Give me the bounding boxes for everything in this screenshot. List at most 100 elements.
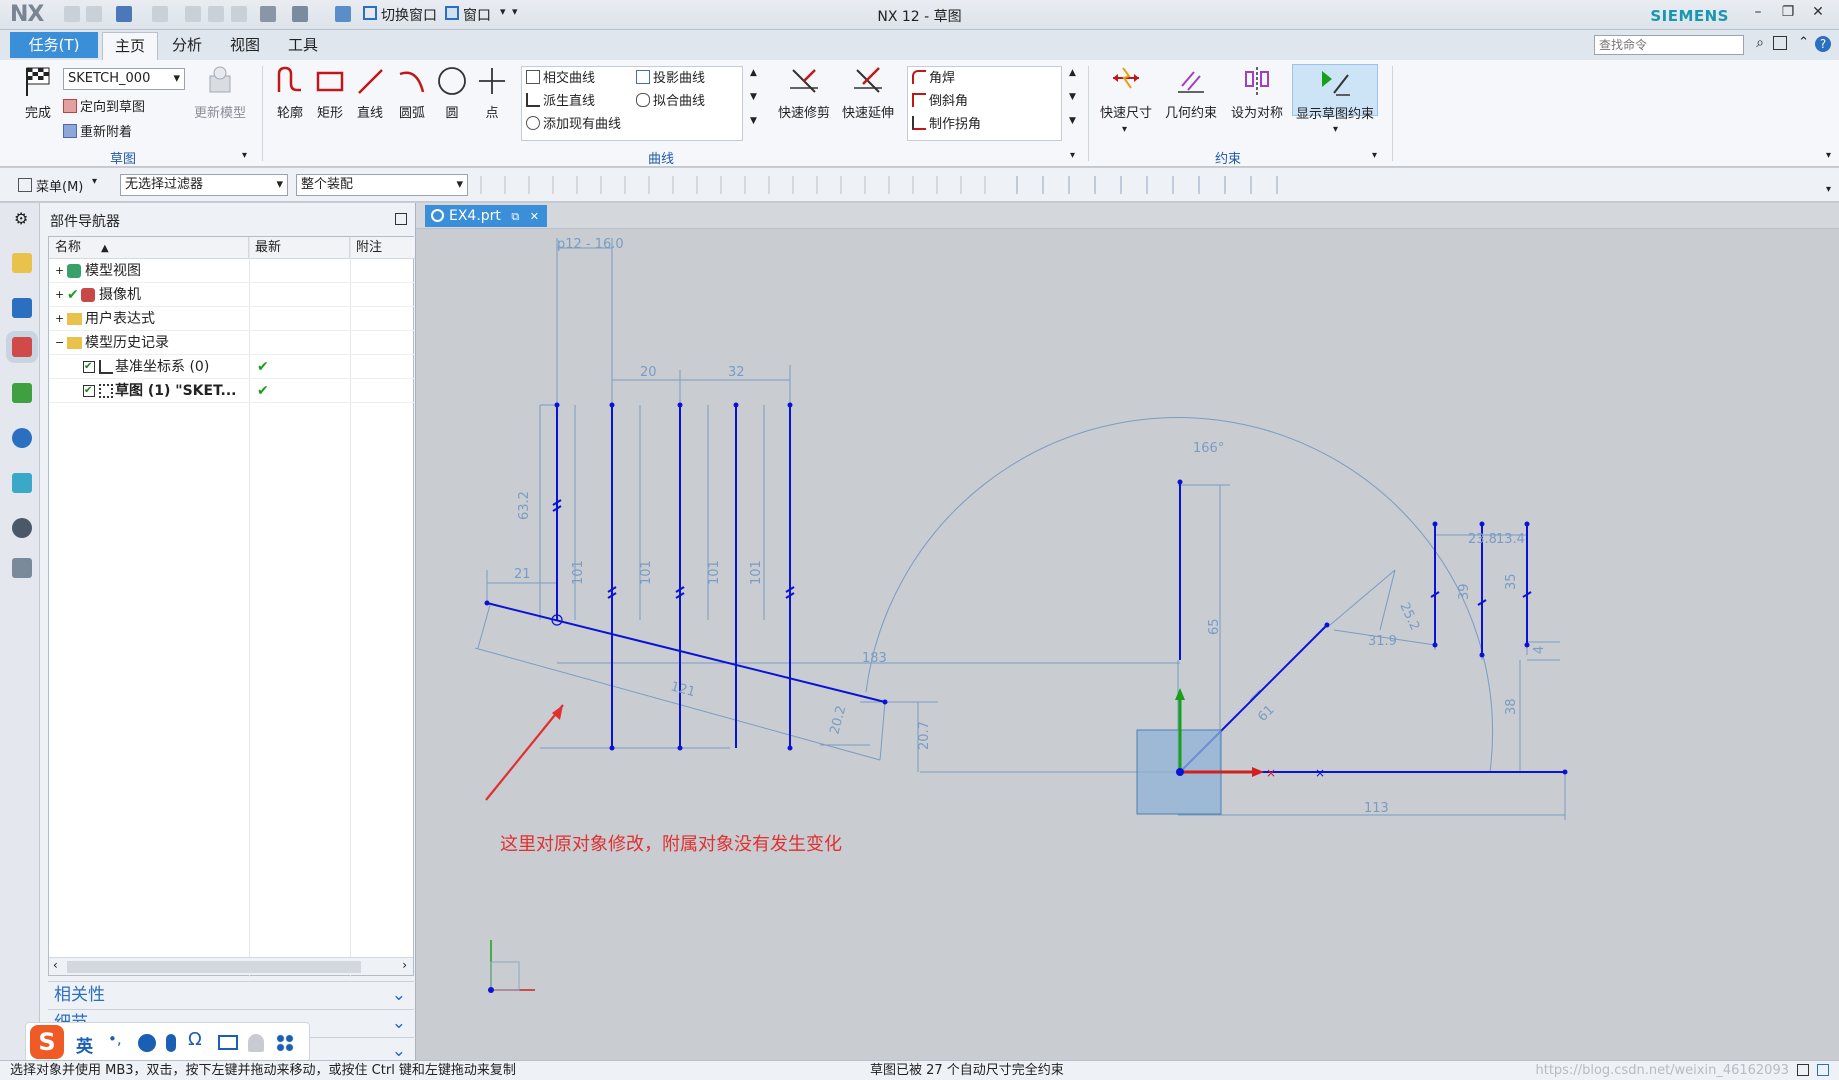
geometric-constraints-button[interactable]: 几何约束 [1160,64,1222,121]
history-icon[interactable] [12,518,32,538]
gear-icon[interactable]: ⚙ [14,209,28,228]
tab-analysis[interactable]: 分析 [160,32,214,60]
keyboard-icon[interactable] [218,1035,238,1050]
restore-button[interactable]: ❐ [1777,4,1799,24]
dimension-label[interactable]: 63.2 [517,491,532,520]
corner-gallery-up-icon[interactable]: ▲ [1069,68,1076,78]
expand-icon[interactable]: + [55,283,64,307]
scroll-thumb[interactable] [67,961,361,973]
make-symmetric-button[interactable]: 设为对称 [1226,64,1288,121]
curve-group-more-icon[interactable]: ▾ [1070,150,1075,161]
scroll-left-icon[interactable]: ‹ [53,958,58,972]
minimize-button[interactable]: – [1747,4,1769,24]
show-sketch-constraints-button[interactable]: 显示草图约束 [1292,64,1378,122]
toolbar-options-icon[interactable]: ▾ [1826,184,1831,195]
dimension-label[interactable]: 35 [1504,573,1519,590]
tree-row-user-expressions[interactable]: + 用户表达式 [49,307,415,331]
line-button[interactable]: 直线 [350,64,390,121]
corner-gallery-down-icon[interactable]: ▼ [1069,92,1076,102]
task-menu[interactable]: 任务(T) [10,32,98,58]
sogou-logo-icon[interactable]: S [30,1025,64,1059]
sketch-curves[interactable] [486,405,1565,773]
dimension-label[interactable]: 25.2 [1396,600,1422,633]
dimension-label[interactable]: 31.9 [1368,634,1397,649]
emoji-icon[interactable] [138,1034,156,1052]
dimension-label[interactable]: 38 [1504,698,1519,715]
dimension-label[interactable]: 101 [707,560,722,585]
rapid-dimension-dropdown-icon[interactable]: ▾ [1122,124,1127,135]
make-corner-button[interactable]: 制作拐角 [912,114,981,136]
assembly-navigator-icon[interactable] [12,253,32,273]
quick-extend-button[interactable]: 快速延伸 [837,64,899,121]
view-tools-strip[interactable] [1016,176,1296,194]
gallery-expand-icon[interactable]: ▼ [750,116,757,126]
dimension-label[interactable]: p12 - 16.0 [557,237,624,252]
dimension-label[interactable]: 183 [862,651,887,666]
update-model-button[interactable]: 更新模型 [190,64,250,121]
user-icon[interactable] [248,1034,264,1052]
point-button[interactable]: 点 [472,64,512,121]
tab-close-icon[interactable]: ✕ [530,210,539,223]
project-curve-button[interactable]: 投影曲线 [636,68,705,90]
reuse-library-icon[interactable] [12,383,32,403]
fillet-button[interactable]: 角焊 [912,68,955,90]
dimension-label[interactable]: 20 [640,365,657,380]
rapid-dimension-button[interactable]: 快速尺寸 [1095,64,1157,121]
tab-view[interactable]: 视图 [218,32,272,60]
ribbon-options-dropdown-icon[interactable]: ▾ [1826,150,1831,161]
collapse-icon[interactable]: − [55,331,64,355]
fit-curve-button[interactable]: 拟合曲线 [636,91,705,113]
expand-icon[interactable]: + [55,307,64,331]
ribbon-options-icon[interactable] [1773,36,1787,50]
menu-button[interactable]: 菜单(M) [36,176,83,195]
origin-point[interactable] [1176,768,1184,776]
tab-home[interactable]: 主页 [102,32,159,60]
apps-grid-icon[interactable] [276,1034,294,1052]
add-existing-curve-button[interactable]: 添加现有曲线 [526,114,621,136]
visibility-checkbox[interactable]: ✔ [83,361,95,373]
document-tab[interactable]: EX4.prt ⧉ ✕ [425,205,547,227]
rectangle-button[interactable]: 矩形 [310,64,350,121]
menu-dropdown-icon[interactable]: ▾ [92,176,97,187]
constraint-navigator-icon[interactable] [12,298,32,318]
assembly-scope-select[interactable]: 整个装配 [296,174,468,196]
dimension-label[interactable]: 20.7 [917,721,932,750]
dimension-label[interactable]: 121 [669,679,697,700]
column-header-name[interactable]: 名称 ▲ [49,237,249,259]
sketch-points[interactable] [484,402,1568,775]
scroll-right-icon[interactable]: › [402,958,407,972]
hd3d-tools-icon[interactable] [12,428,32,448]
punctuation-icon[interactable]: •, [108,1030,122,1048]
derived-line-button[interactable]: 派生直线 [526,91,595,113]
sketch-drawing[interactable]: × × p12 - 16.0 20 32 63.2 101 101 101 10… [416,229,1839,1060]
ime-language-toggle[interactable]: 英 [76,1032,93,1057]
dimension-label[interactable]: 61 [1255,703,1277,725]
visibility-checkbox[interactable]: ✔ [83,385,95,397]
dimension-label[interactable]: 13.4 [1496,532,1525,547]
maximize-panel-icon[interactable] [395,213,407,225]
tree-row-datum-csys[interactable]: ✔ 基准坐标系 (0) ✔ [49,355,415,379]
collapse-ribbon-icon[interactable]: ⌃ [1798,35,1809,50]
dimension-label[interactable]: 4 [1532,646,1547,654]
show-constraints-dropdown-icon[interactable]: ▾ [1333,124,1338,135]
part-navigator-icon[interactable] [12,337,32,357]
horizontal-scrollbar[interactable]: ‹ › [49,957,413,975]
tree-row-model-history[interactable]: − 模型历史记录 [49,331,415,355]
dimension-label[interactable]: 166° [1193,441,1224,456]
dependencies-panel-header[interactable]: 相关性 ⌄ [48,981,414,1007]
circle-button[interactable]: 圆 [432,64,472,121]
tree-row-model-views[interactable]: + 模型视图 [49,259,415,283]
dimension-label[interactable]: 39 [1457,583,1472,600]
quick-trim-button[interactable]: 快速修剪 [773,64,835,121]
column-header-comment[interactable]: 附注 [350,237,415,259]
arc-button[interactable]: 圆弧 [392,64,432,121]
gallery-down-icon[interactable]: ▼ [750,92,757,102]
tree-row-sketch[interactable]: ✔ 草图 (1) "SKET... ✔ [49,379,415,403]
sketch-group-more-icon[interactable]: ▾ [242,150,247,161]
tab-tools[interactable]: 工具 [276,32,330,60]
microphone-icon[interactable] [166,1034,176,1052]
gallery-up-icon[interactable]: ▲ [750,68,757,78]
profile-button[interactable]: 轮廓 [270,64,310,121]
dimension-label[interactable]: 101 [639,560,654,585]
system-materials-icon[interactable] [12,558,32,578]
